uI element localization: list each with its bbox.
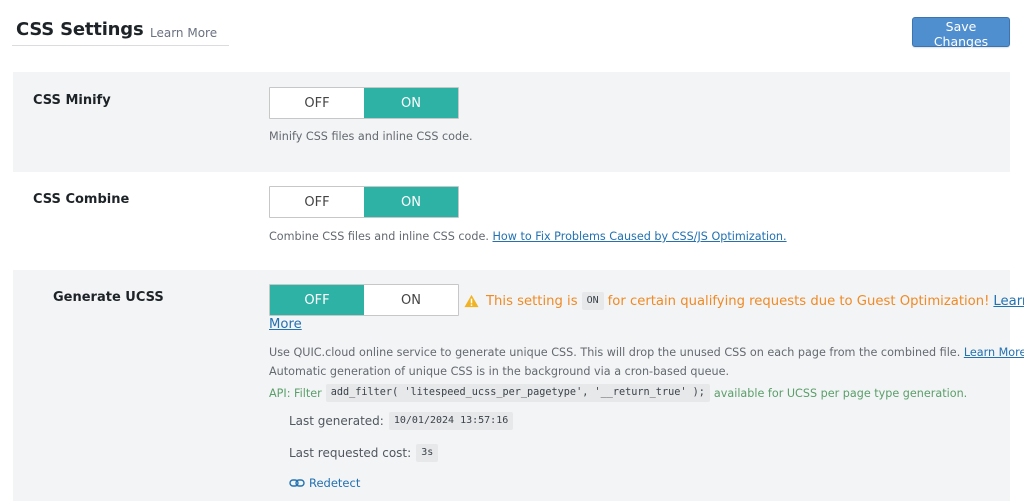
setting-row-css-combine: CSS Combine OFF ON Combine CSS files and…: [13, 172, 1010, 270]
setting-description-1: Use QUIC.cloud online service to generat…: [269, 346, 1024, 359]
css-minify-toggle[interactable]: OFF ON: [269, 87, 459, 119]
setting-label: Generate UCSS: [53, 290, 164, 305]
warning-learn-link[interactable]: Learn: [993, 294, 1024, 309]
link-icon: [289, 479, 305, 487]
setting-description: Minify CSS files and inline CSS code.: [269, 130, 473, 143]
title-underline: [12, 45, 229, 46]
guest-optimization-warning: This setting is ON for certain qualifyin…: [464, 292, 1024, 310]
setting-label: CSS Combine: [33, 192, 130, 207]
toggle-on-option[interactable]: ON: [364, 88, 458, 118]
last-cost-label: Last requested cost:: [289, 446, 412, 460]
warning-more-link[interactable]: More: [269, 317, 302, 332]
setting-row-generate-ucss: Generate UCSS OFF ON This setting is ON …: [13, 270, 1024, 501]
last-generated-label: Last generated:: [289, 414, 384, 428]
toggle-on-option[interactable]: ON: [364, 187, 458, 217]
page-title: CSS Settings: [16, 19, 144, 40]
on-chip: ON: [581, 292, 604, 310]
redetect-label[interactable]: Redetect: [309, 476, 360, 490]
toggle-on-option[interactable]: ON: [364, 285, 458, 315]
warning-text-before: This setting is: [486, 293, 578, 309]
css-combine-toggle[interactable]: OFF ON: [269, 186, 459, 218]
warning-text-after: for certain qualifying requests due to G…: [607, 293, 990, 309]
page-header: CSS Settings Learn More Save Changes: [0, 0, 1024, 72]
fix-problems-link[interactable]: How to Fix Problems Caused by CSS/JS Opt…: [493, 230, 787, 243]
last-cost-line: Last requested cost: 3s: [289, 444, 442, 462]
redetect-link[interactable]: Redetect: [289, 476, 360, 490]
header-learn-more-link[interactable]: Learn More: [150, 26, 217, 40]
api-prefix: API: Filter: [269, 386, 322, 400]
toggle-off-option[interactable]: OFF: [270, 88, 364, 118]
description-text: Use QUIC.cloud online service to generat…: [269, 346, 961, 359]
last-generated-value: 10/01/2024 13:57:16: [388, 412, 514, 430]
api-filter-line: API: Filter add_filter( 'litespeed_ucss_…: [269, 384, 967, 402]
api-filter-code: add_filter( 'litespeed_ucss_per_pagetype…: [325, 384, 710, 402]
setting-description: Combine CSS files and inline CSS code. H…: [269, 230, 787, 243]
warning-triangle-icon: [464, 294, 479, 308]
ucss-learn-more-link[interactable]: Learn More: [964, 346, 1024, 359]
save-changes-button[interactable]: Save Changes: [912, 17, 1010, 49]
toggle-off-option[interactable]: OFF: [270, 285, 364, 315]
setting-label: CSS Minify: [33, 93, 111, 108]
setting-description-2: Automatic generation of unique CSS is in…: [269, 365, 730, 378]
last-cost-value: 3s: [416, 444, 439, 462]
generate-ucss-toggle[interactable]: OFF ON: [269, 284, 459, 316]
setting-row-css-minify: CSS Minify OFF ON Minify CSS files and i…: [13, 72, 1010, 172]
api-suffix: available for UCSS per page type generat…: [713, 386, 968, 400]
description-text: Combine CSS files and inline CSS code.: [269, 230, 489, 243]
toggle-off-option[interactable]: OFF: [270, 187, 364, 217]
last-generated-line: Last generated: 10/01/2024 13:57:16: [289, 412, 517, 430]
